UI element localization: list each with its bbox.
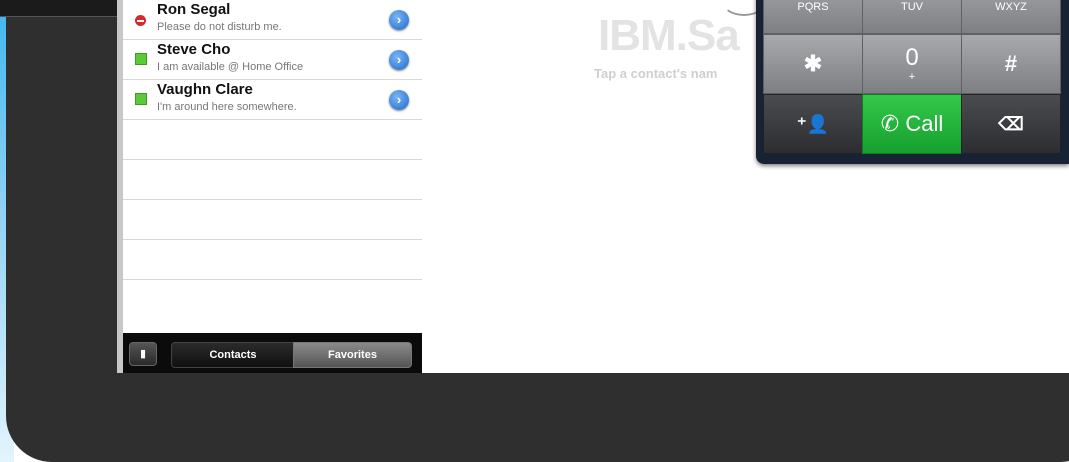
tab-favorites[interactable]: Favorites xyxy=(293,342,412,368)
contact-status: I am available @ Home Office xyxy=(157,61,304,73)
dialpad: 7 PQRS 8 TUV 9 WXYZ ✱ 0 + # ⁺👤 ✆ Call ⌫ xyxy=(756,0,1069,164)
do-not-disturb-icon xyxy=(135,15,146,26)
key-8[interactable]: 8 TUV xyxy=(862,0,962,34)
contact-status: I'm around here somewhere. xyxy=(157,101,297,113)
key-letters: TUV xyxy=(901,1,923,13)
phone-icon: ✆ xyxy=(880,111,900,136)
key-7[interactable]: 7 PQRS xyxy=(763,0,863,34)
contact-row-vaughn-clare[interactable]: Vaughn Clare I'm around here somewhere. … xyxy=(123,80,422,120)
call-label-wrap: ✆ Call xyxy=(863,95,961,153)
contact-name: Ron Segal xyxy=(157,1,231,18)
call-button[interactable]: ✆ Call xyxy=(862,94,962,154)
tab-contacts[interactable]: Contacts xyxy=(171,342,295,368)
empty-row xyxy=(123,160,422,200)
contact-row-ron-segal[interactable]: Ron Segal Please do not disturb me. › xyxy=(123,0,422,40)
key-star[interactable]: ✱ xyxy=(763,34,863,94)
key-letters: WXYZ xyxy=(995,1,1027,13)
backspace-icon: ⌫ xyxy=(998,114,1024,134)
empty-row xyxy=(123,200,422,240)
key-9[interactable]: 9 WXYZ xyxy=(961,0,1061,34)
chat-button[interactable]: ▮ xyxy=(129,342,157,366)
call-label: Call xyxy=(905,111,944,136)
contact-name: Steve Cho xyxy=(157,41,231,58)
add-contact-button[interactable]: ⁺👤 xyxy=(763,94,863,154)
key-hash[interactable]: # xyxy=(961,34,1061,94)
chevron-right-icon[interactable]: › xyxy=(389,90,409,110)
available-icon xyxy=(135,53,147,65)
chevron-right-icon[interactable]: › xyxy=(389,10,409,30)
key-symbol: # xyxy=(1004,51,1018,76)
chat-bubble-icon: ▮ xyxy=(139,348,147,360)
contacts-toolbar: ▮ Contacts Favorites xyxy=(123,333,422,373)
contact-status: Please do not disturb me. xyxy=(157,21,282,33)
key-symbol: ✱ xyxy=(803,51,823,76)
contact-name: Vaughn Clare xyxy=(157,81,253,98)
contact-row-steve-cho[interactable]: Steve Cho I am available @ Home Office › xyxy=(123,40,422,80)
key-digit: 0 xyxy=(905,44,919,71)
key-letters: PQRS xyxy=(797,1,829,13)
empty-row xyxy=(123,280,422,332)
ibm-logo-watermark: IBM.Sa xyxy=(598,11,740,60)
empty-row xyxy=(123,240,422,280)
contacts-panel: Ron Segal Please do not disturb me. › St… xyxy=(123,0,422,373)
key-letters: + xyxy=(908,71,916,83)
backspace-button[interactable]: ⌫ xyxy=(961,94,1061,154)
chevron-right-icon[interactable]: › xyxy=(389,50,409,70)
key-0[interactable]: 0 + xyxy=(862,34,962,94)
available-icon xyxy=(135,93,147,105)
add-contact-icon: ⁺👤 xyxy=(797,114,829,134)
hint-text: Tap a contact's nam xyxy=(594,66,718,81)
empty-row xyxy=(123,120,422,160)
